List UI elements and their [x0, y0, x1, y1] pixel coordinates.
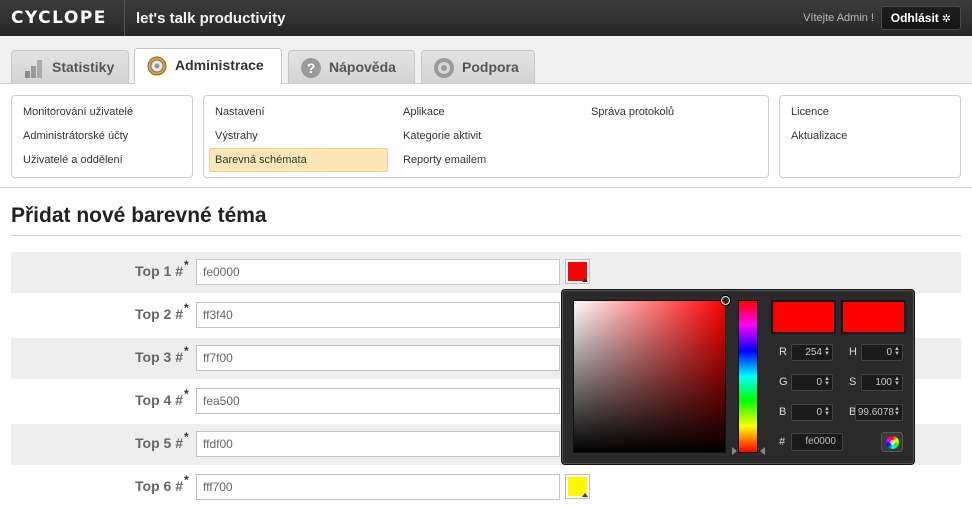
sv-handle[interactable]	[721, 296, 730, 305]
submenu-item-activity-categories[interactable]: Kategorie aktivit	[398, 125, 481, 147]
logout-label: Odhlásit	[890, 11, 939, 25]
submenu-group-settings: Nastavení Výstrahy Barevná schémata Apli…	[203, 95, 769, 178]
hex-label: #	[779, 436, 786, 448]
color-swatch-button[interactable]	[565, 259, 590, 284]
gear-icon	[147, 56, 167, 76]
new-color-preview	[771, 300, 836, 334]
submenu-item-monitored-users[interactable]: Monitorování uživatelé	[18, 101, 133, 123]
tab-label: Podpora	[462, 59, 519, 75]
color-input-top1[interactable]	[196, 259, 560, 285]
swatch-arrow-icon	[582, 493, 588, 497]
r-field[interactable]: 254 ▲ ▼	[791, 344, 833, 361]
row-label: Top 2 #	[135, 306, 183, 322]
spinner-icon[interactable]: ▲ ▼	[894, 346, 900, 357]
submenu-item-applications[interactable]: Aplikace	[398, 101, 445, 123]
tab-napoveda[interactable]: ? Nápověda	[288, 50, 415, 84]
tab-administrace[interactable]: Administrace	[134, 48, 282, 85]
logo-divider	[124, 0, 125, 36]
submenu-item-users-departments[interactable]: Uživatelé a oddělení	[18, 149, 123, 171]
submenu-item-settings[interactable]: Nastavení	[210, 101, 388, 123]
s-field[interactable]: 100 ▲ ▼	[861, 374, 903, 391]
b-field[interactable]: 0 ▲ ▼	[791, 404, 833, 421]
color-input-top4[interactable]	[196, 388, 560, 414]
spinner-icon[interactable]: ▲ ▼	[824, 376, 830, 387]
row-label: Top 1 #	[135, 263, 183, 279]
color-picker: R 254 ▲ ▼ H 0 ▲ ▼ G 0 ▲ ▼ S 100 ▲ ▼ B 0 ▲ ▼ B 99.6…	[562, 290, 914, 464]
color-swatch-button[interactable]	[565, 474, 590, 499]
logout-button[interactable]: Odhlásit ✲	[880, 6, 961, 30]
hue-arrow-right-icon[interactable]	[760, 447, 765, 455]
submenu-group-license: Licence Aktualizace	[779, 95, 961, 178]
color-input-top5[interactable]	[196, 431, 560, 457]
s-label: S	[849, 376, 857, 388]
required-mark: *	[184, 387, 189, 401]
bar-chart-icon	[25, 60, 42, 78]
spinner-icon[interactable]: ▲ ▼	[894, 406, 900, 417]
color-input-top6[interactable]	[196, 474, 560, 500]
original-color-preview[interactable]	[841, 300, 906, 334]
color-wheel-icon	[886, 436, 899, 449]
required-mark: *	[184, 473, 189, 487]
g-field[interactable]: 0 ▲ ▼	[791, 374, 833, 391]
top-bar: CYCLOPE let's talk productivity Vítejte …	[0, 0, 972, 36]
welcome-text: Vítejte Admin !	[803, 12, 874, 24]
title-divider	[11, 235, 961, 236]
g-label: G	[779, 376, 788, 388]
svg-text:?: ?	[307, 60, 316, 76]
required-mark: *	[184, 258, 189, 272]
spinner-icon[interactable]: ▲ ▼	[894, 376, 900, 387]
g-value: 0	[816, 377, 822, 388]
required-mark: *	[184, 344, 189, 358]
hue-arrow-left-icon[interactable]	[732, 447, 737, 455]
b-value: 0	[816, 407, 822, 418]
submenu-item-alerts[interactable]: Výstrahy	[210, 125, 388, 147]
admin-submenu: Monitorování uživatelé Administrátorské …	[0, 84, 972, 188]
support-icon	[434, 58, 454, 78]
tab-podpora[interactable]: Podpora	[421, 50, 535, 84]
row-label: Top 4 #	[135, 392, 183, 408]
hex-field[interactable]: fe0000	[791, 433, 843, 451]
main-tabs: Statistiky Administrace ? Nápověda Podpo…	[0, 36, 972, 85]
submenu-item-admin-accounts[interactable]: Administrátorské účty	[18, 125, 128, 147]
submenu-item-log-management[interactable]: Správa protokolů	[586, 101, 674, 123]
spinner-icon[interactable]: ▲ ▼	[824, 406, 830, 417]
page-title: Přidat nové barevné téma	[11, 204, 267, 227]
b-label: B	[779, 406, 787, 418]
color-row-top1: Top 1 # *	[11, 252, 961, 293]
app-logo[interactable]: CYCLOPE	[11, 8, 107, 28]
swatch-arrow-icon	[582, 278, 588, 282]
submenu-item-email-reports[interactable]: Reporty emailem	[398, 149, 486, 171]
spinner-icon[interactable]: ▲ ▼	[824, 346, 830, 357]
submenu-item-licence[interactable]: Licence	[786, 101, 829, 123]
row-label: Top 6 #	[135, 478, 183, 494]
color-input-top3[interactable]	[196, 345, 560, 371]
brightness-field[interactable]: 99.6078 ▲ ▼	[855, 404, 903, 421]
color-input-top2[interactable]	[196, 302, 560, 328]
tab-statistiky[interactable]: Statistiky	[11, 50, 129, 84]
r-value: 254	[805, 347, 822, 358]
saturation-brightness-area[interactable]	[573, 296, 730, 453]
required-mark: *	[184, 301, 189, 315]
s-value: 100	[875, 377, 892, 388]
color-wheel-button[interactable]	[881, 432, 903, 452]
tab-label: Administrace	[175, 57, 264, 73]
brightness-value: 99.6078	[857, 407, 894, 418]
r-label: R	[779, 346, 787, 358]
color-row-top6: Top 6 # *	[11, 467, 961, 507]
submenu-item-color-schemes[interactable]: Barevná schémata	[209, 148, 388, 172]
gear-icon: ✲	[941, 13, 951, 25]
submenu-group-users: Monitorování uživatelé Administrátorské …	[11, 95, 193, 178]
row-label: Top 3 #	[135, 349, 183, 365]
hue-slider[interactable]	[738, 300, 758, 453]
h-field[interactable]: 0 ▲ ▼	[861, 344, 903, 361]
tab-label: Statistiky	[52, 59, 115, 75]
tagline: let's talk productivity	[136, 10, 286, 27]
help-icon: ?	[301, 58, 321, 78]
h-value: 0	[886, 347, 892, 358]
row-label: Top 5 #	[135, 435, 183, 451]
required-mark: *	[184, 430, 189, 444]
h-label: H	[849, 346, 857, 358]
submenu-item-updates[interactable]: Aktualizace	[786, 125, 847, 147]
tab-label: Nápověda	[329, 59, 396, 75]
